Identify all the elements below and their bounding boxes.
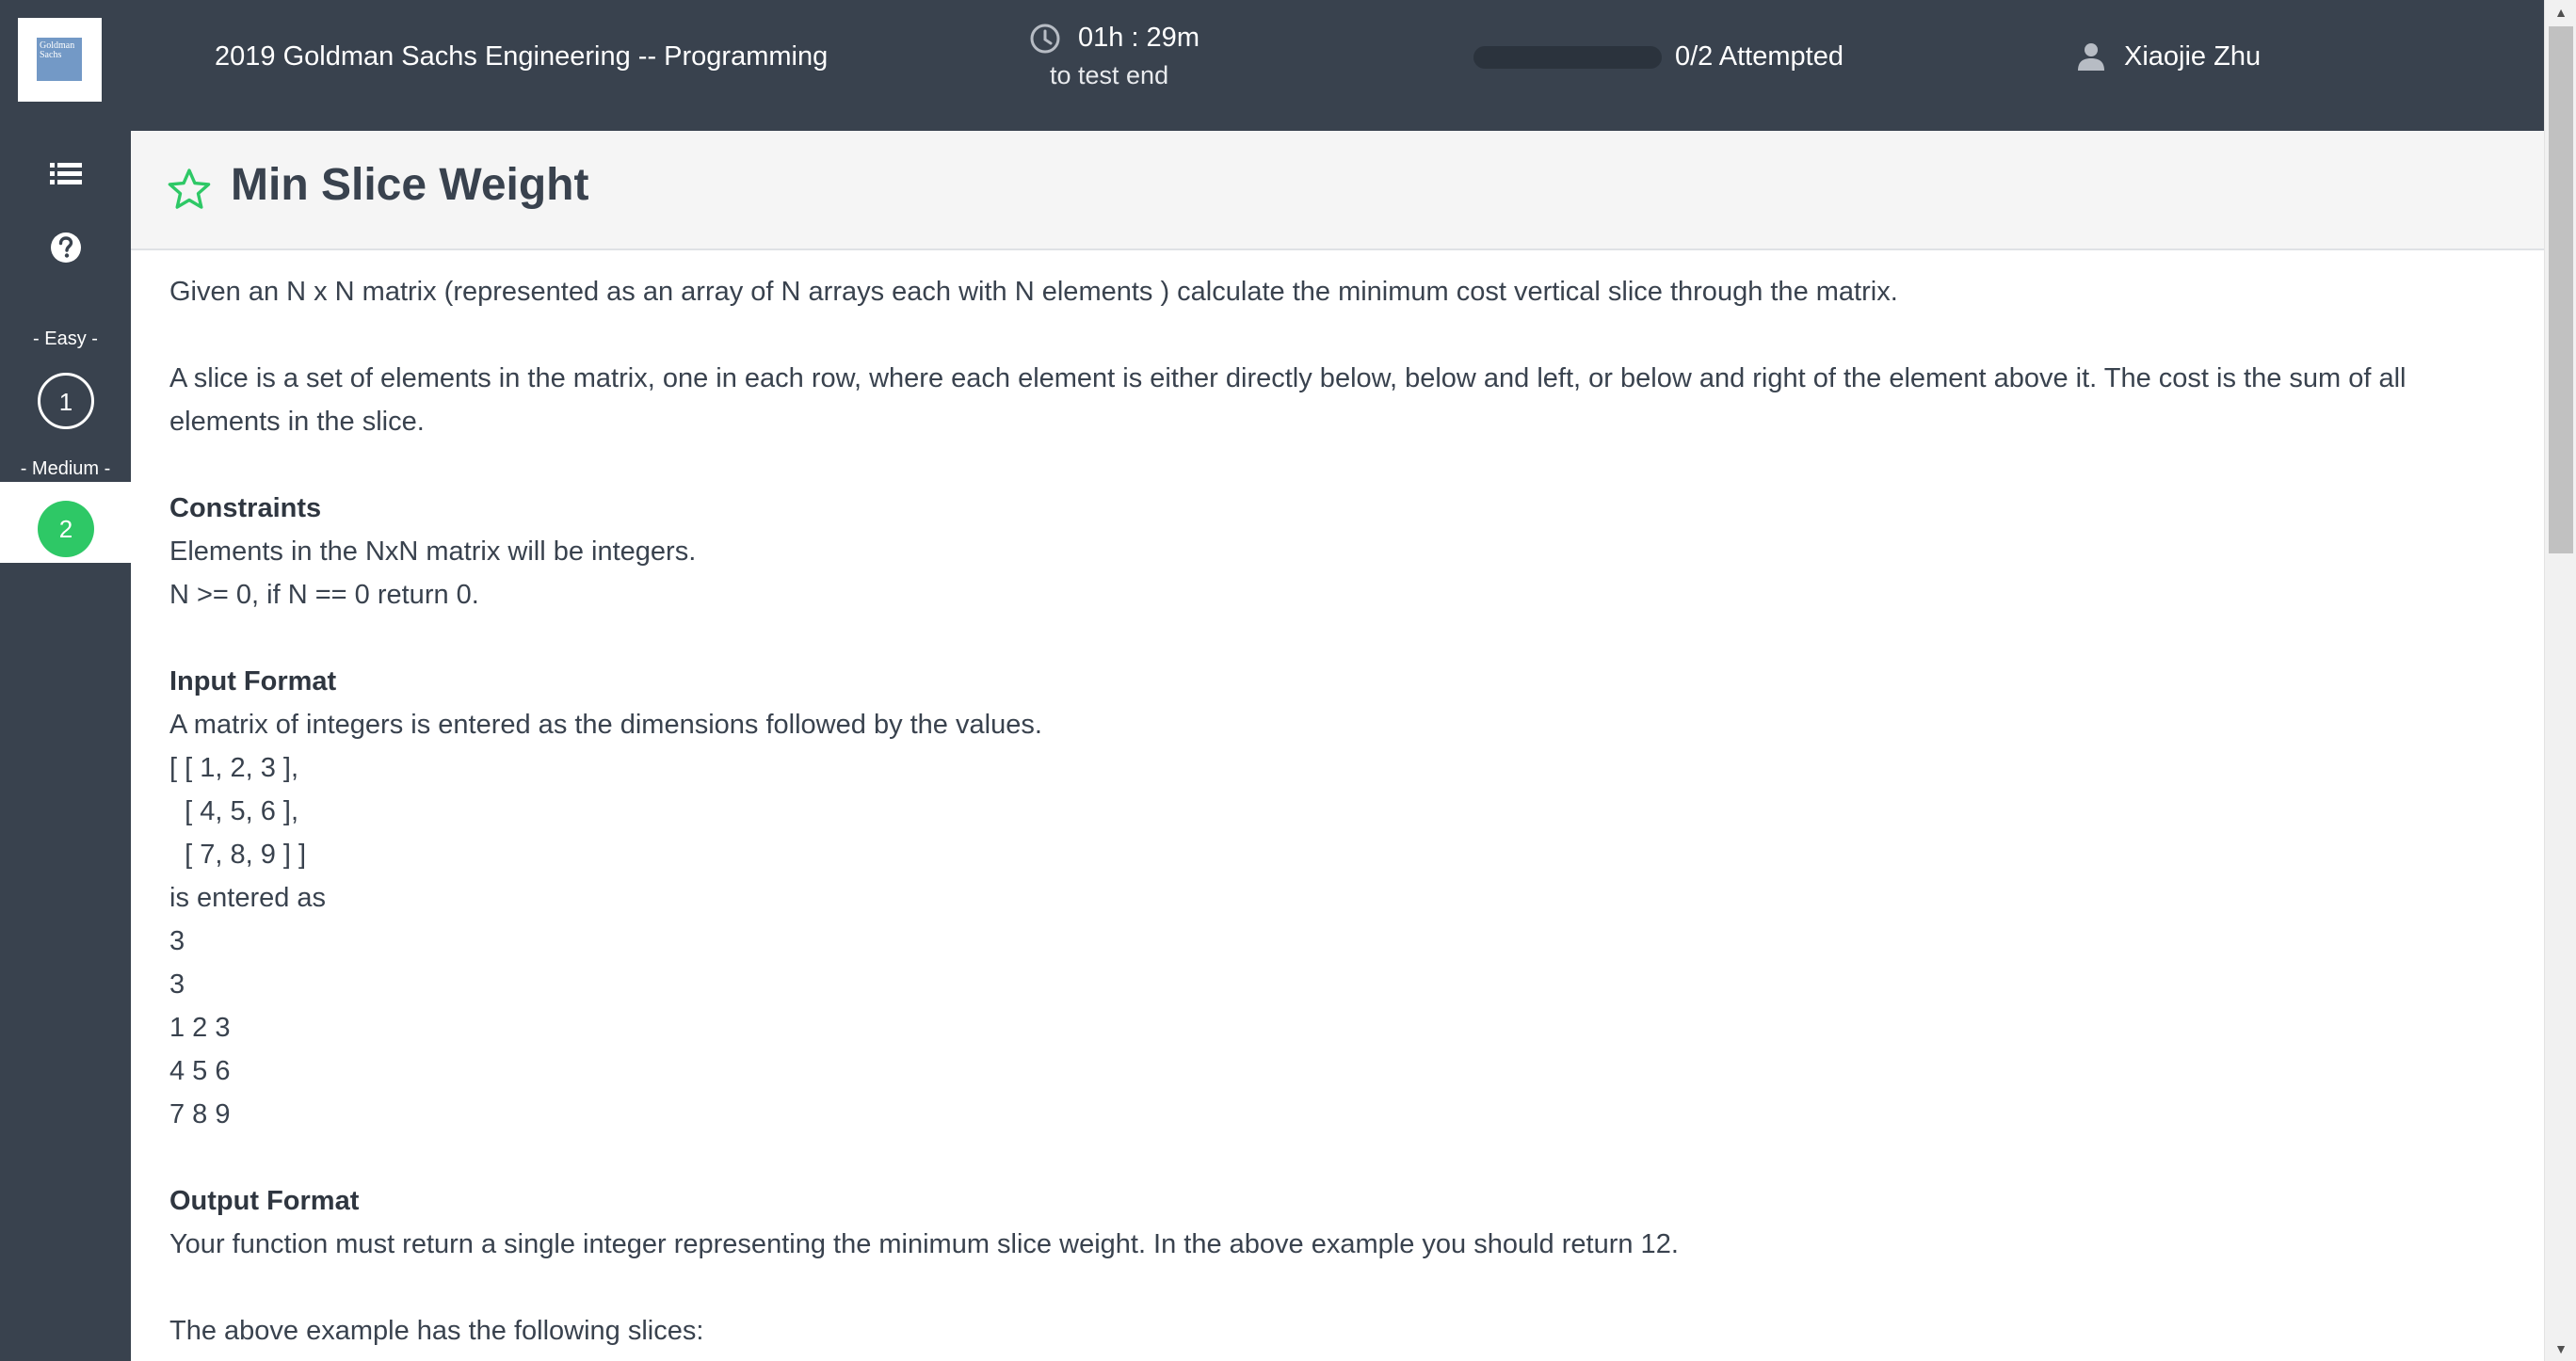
scroll-down-arrow-icon[interactable]: ▼ bbox=[2545, 1337, 2576, 1361]
test-title: 2019 Goldman Sachs Engineering -- Progra… bbox=[215, 41, 829, 72]
input-format-line: 3 bbox=[169, 926, 185, 956]
input-format-line: A matrix of integers is entered as the d… bbox=[169, 710, 1042, 740]
problem-title-bar: Min Slice Weight bbox=[131, 131, 2544, 250]
output-format-text: Your function must return a single integ… bbox=[169, 1229, 1679, 1259]
scrollbar-thumb[interactable] bbox=[2549, 26, 2573, 553]
attempted-count: 0/2 Attempted bbox=[1675, 41, 1843, 72]
problem-intro: Given an N x N matrix (represented as an… bbox=[169, 277, 1898, 307]
input-format-line: 7 8 9 bbox=[169, 1099, 231, 1129]
user-icon bbox=[2078, 43, 2104, 71]
timer-caption: to test end bbox=[1050, 61, 1169, 89]
problem-content: Min Slice Weight Given an N x N matrix (… bbox=[131, 131, 2544, 1361]
input-format-line: 1 2 3 bbox=[169, 1013, 231, 1043]
timer-remaining: 01h : 29m bbox=[1078, 23, 1199, 53]
test-timer: 01h : 29m to test end bbox=[1029, 19, 1199, 94]
constraint-line: Elements in the NxN matrix will be integ… bbox=[169, 536, 697, 567]
input-format-line: [ 7, 8, 9 ] ] bbox=[169, 840, 307, 870]
input-format-line: is entered as bbox=[169, 883, 327, 913]
slice-definition: A slice is a set of elements in the matr… bbox=[169, 363, 2407, 437]
slices-intro: The above example has the following slic… bbox=[169, 1316, 704, 1346]
input-format-heading: Input Format bbox=[169, 666, 337, 697]
list-icon[interactable] bbox=[47, 155, 85, 193]
constraints-heading: Constraints bbox=[169, 493, 322, 523]
input-format-line: 4 5 6 bbox=[169, 1056, 231, 1086]
constraint-line: N >= 0, if N == 0 return 0. bbox=[169, 580, 479, 610]
company-logo[interactable]: Goldman Sachs bbox=[18, 18, 102, 102]
attempt-progress-bar bbox=[1473, 46, 1662, 69]
input-format-line: [ 4, 5, 6 ], bbox=[169, 796, 299, 826]
output-format-heading: Output Format bbox=[169, 1186, 360, 1216]
level-label-medium: - Medium - bbox=[20, 458, 111, 479]
input-format-line: [ [ 1, 2, 3 ], bbox=[169, 753, 299, 783]
clock-icon bbox=[1030, 24, 1060, 54]
question-2-button[interactable]: 2 bbox=[38, 501, 94, 557]
scroll-up-arrow-icon[interactable]: ▲ bbox=[2545, 0, 2576, 24]
problem-title: Min Slice Weight bbox=[231, 160, 589, 210]
level-label-easy: - Easy - bbox=[33, 328, 98, 349]
goldman-sachs-logo-mark: Goldman Sachs bbox=[37, 38, 82, 81]
page-scrollbar[interactable]: ▲ ▼ bbox=[2544, 0, 2576, 1361]
question-1-button[interactable]: 1 bbox=[38, 373, 94, 429]
user-menu[interactable]: Xiaojie Zhu bbox=[2077, 38, 2261, 75]
star-icon[interactable] bbox=[167, 167, 212, 212]
help-icon[interactable] bbox=[47, 229, 85, 266]
top-header-bar: Goldman Sachs 2019 Goldman Sachs Enginee… bbox=[0, 0, 2544, 131]
question-sidebar: - Easy - 1 - Medium - 2 bbox=[0, 131, 131, 1361]
input-format-line: 3 bbox=[169, 969, 185, 1000]
user-name: Xiaojie Zhu bbox=[2124, 41, 2262, 72]
problem-statement: Given an N x N matrix (represented as an… bbox=[169, 270, 2523, 1353]
